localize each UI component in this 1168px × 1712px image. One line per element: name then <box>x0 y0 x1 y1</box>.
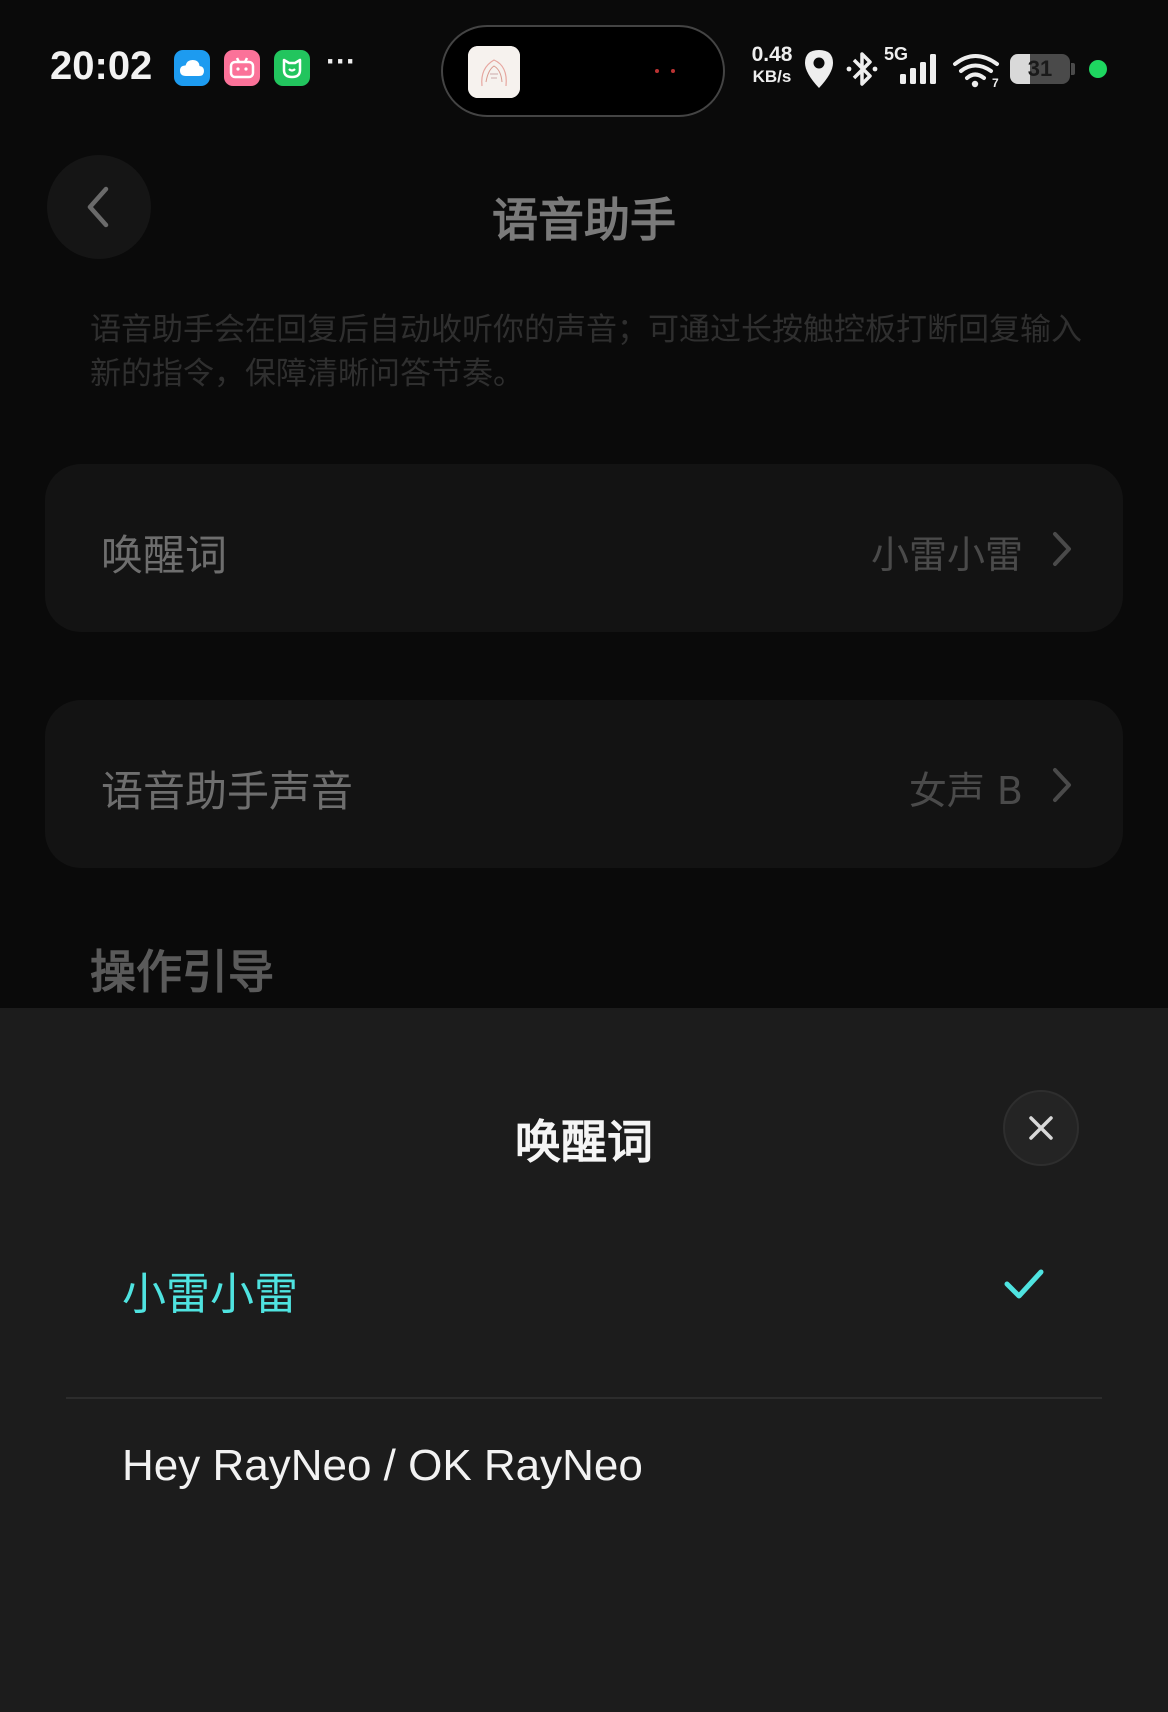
setting-value: 女声 B <box>908 769 1023 813</box>
chevron-right-icon <box>1053 532 1071 566</box>
signal-strength-icon <box>900 54 936 84</box>
status-time: 20:02 <box>50 44 153 88</box>
page-description: 语音助手会在回复后自动收听你的声音；可通过长按触控板打断回复输入新的指令，保障清… <box>90 312 1082 392</box>
battery-icon: 31 <box>1010 54 1070 84</box>
bluetooth-icon <box>846 52 878 86</box>
sheet-title: 唤醒词 <box>515 1115 653 1169</box>
privacy-indicator-dot <box>1089 60 1107 78</box>
bilibili-icon <box>224 50 260 86</box>
checkmark-icon <box>1004 1269 1044 1299</box>
more-notifications-icon: ··· <box>326 45 356 78</box>
close-icon <box>1029 1116 1053 1140</box>
wake-word-bottom-sheet: 唤醒词 小雷小雷 Hey RayNeo / OK RayNeo <box>0 1008 1168 1712</box>
recording-indicator <box>653 67 679 75</box>
page-title: 语音助手 <box>492 193 676 247</box>
close-button[interactable] <box>1003 1090 1079 1166</box>
voice-assistant-settings-page: 语音助手 语音助手会在回复后自动收听你的声音；可通过长按触控板打断回复输入新的指… <box>0 140 1168 1008</box>
battery-tip <box>1071 63 1075 75</box>
svg-text:7: 7 <box>992 76 999 88</box>
cloud-app-icon <box>174 50 210 86</box>
section-title: 操作引导 <box>90 945 274 999</box>
setting-label: 唤醒词 <box>101 531 228 580</box>
wake-word-option[interactable]: Hey RayNeo / OK RayNeo <box>66 1381 1102 1561</box>
option-label: Hey RayNeo / OK RayNeo <box>122 1441 643 1490</box>
option-label: 小雷小雷 <box>122 1269 298 1320</box>
wake-word-setting[interactable]: 唤醒词 小雷小雷 <box>45 464 1123 632</box>
dynamic-island[interactable] <box>441 25 725 117</box>
assistant-voice-setting[interactable]: 语音助手声音 女声 B <box>45 700 1123 868</box>
network-speed: 0.48 KB/s <box>751 43 793 87</box>
wifi-icon: 7 <box>953 54 999 88</box>
location-icon <box>805 50 833 88</box>
status-bar: 20:02 ··· 0.48 KB/s 5G 7 31 <box>0 0 1168 140</box>
wake-word-option[interactable]: 小雷小雷 <box>66 1198 1102 1378</box>
mi-home-icon <box>274 50 310 86</box>
chevron-right-icon <box>1053 768 1071 802</box>
media-thumbnail <box>468 46 520 98</box>
setting-value: 小雷小雷 <box>870 533 1023 577</box>
setting-label: 语音助手声音 <box>101 767 354 816</box>
